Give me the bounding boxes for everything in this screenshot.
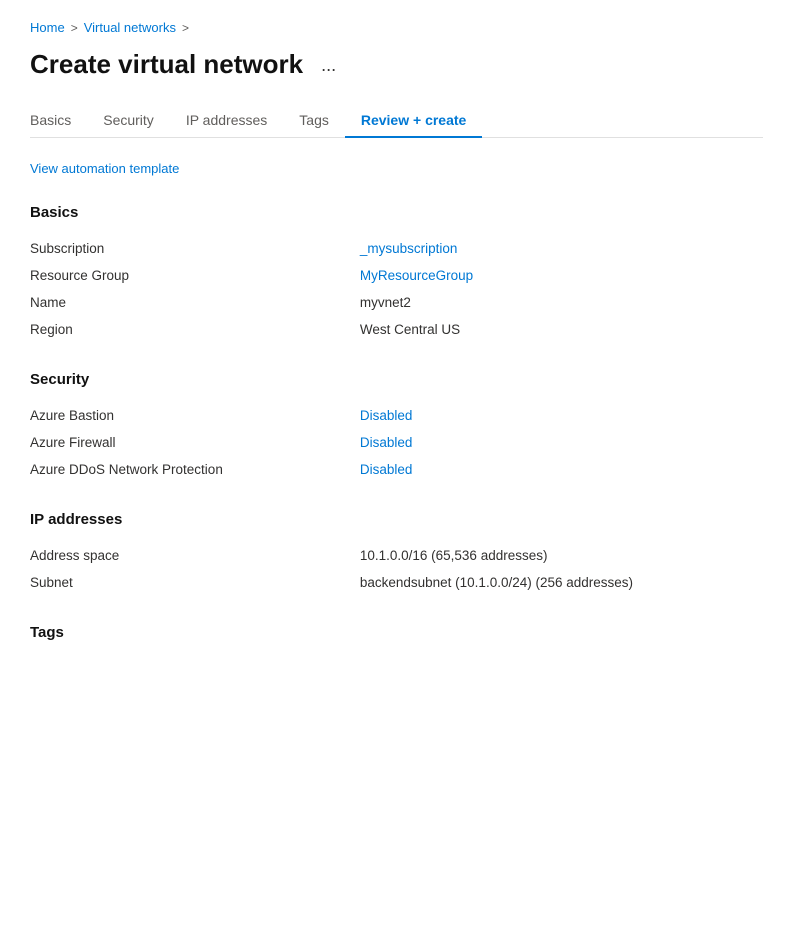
view-automation-template-link[interactable]: View automation template: [30, 161, 179, 176]
subnet-value: backendsubnet (10.1.0.0/24) (256 address…: [360, 569, 763, 596]
azure-ddos-label: Azure DDoS Network Protection: [30, 456, 360, 483]
table-row: Azure Bastion Disabled: [30, 402, 763, 429]
table-row: Name myvnet2: [30, 289, 763, 316]
ip-addresses-section: IP addresses Address space 10.1.0.0/16 (…: [30, 511, 763, 596]
breadcrumb-home[interactable]: Home: [30, 20, 65, 35]
address-space-value: 10.1.0.0/16 (65,536 addresses): [360, 542, 763, 569]
subscription-value: _mysubscription: [360, 235, 763, 262]
table-row: Address space 10.1.0.0/16 (65,536 addres…: [30, 542, 763, 569]
azure-firewall-value: Disabled: [360, 429, 763, 456]
table-row: Resource Group MyResourceGroup: [30, 262, 763, 289]
page-title: Create virtual network: [30, 49, 303, 80]
name-value: myvnet2: [360, 289, 763, 316]
tab-tags[interactable]: Tags: [283, 104, 345, 138]
ip-addresses-detail-table: Address space 10.1.0.0/16 (65,536 addres…: [30, 542, 763, 596]
security-section: Security Azure Bastion Disabled Azure Fi…: [30, 371, 763, 483]
ellipsis-button[interactable]: ...: [315, 54, 342, 76]
subscription-label: Subscription: [30, 235, 360, 262]
tab-review-create[interactable]: Review + create: [345, 104, 482, 138]
breadcrumb-sep1: >: [71, 21, 78, 35]
resource-group-label: Resource Group: [30, 262, 360, 289]
breadcrumb: Home > Virtual networks >: [30, 20, 763, 35]
tab-basics[interactable]: Basics: [30, 104, 87, 138]
security-detail-table: Azure Bastion Disabled Azure Firewall Di…: [30, 402, 763, 483]
tabs-nav: Basics Security IP addresses Tags Review…: [30, 104, 763, 138]
breadcrumb-virtual-networks[interactable]: Virtual networks: [84, 20, 176, 35]
address-space-label: Address space: [30, 542, 360, 569]
subnet-label: Subnet: [30, 569, 360, 596]
basics-section-title: Basics: [30, 204, 763, 221]
region-value: West Central US: [360, 316, 763, 343]
breadcrumb-sep2: >: [182, 21, 189, 35]
tab-ip-addresses[interactable]: IP addresses: [170, 104, 283, 138]
table-row: Subnet backendsubnet (10.1.0.0/24) (256 …: [30, 569, 763, 596]
table-row: Subscription _mysubscription: [30, 235, 763, 262]
basics-section: Basics Subscription _mysubscription Reso…: [30, 204, 763, 343]
tags-section-title: Tags: [30, 624, 763, 641]
name-label: Name: [30, 289, 360, 316]
azure-firewall-label: Azure Firewall: [30, 429, 360, 456]
azure-bastion-value: Disabled: [360, 402, 763, 429]
azure-bastion-label: Azure Bastion: [30, 402, 360, 429]
table-row: Region West Central US: [30, 316, 763, 343]
basics-detail-table: Subscription _mysubscription Resource Gr…: [30, 235, 763, 343]
resource-group-value: MyResourceGroup: [360, 262, 763, 289]
table-row: Azure DDoS Network Protection Disabled: [30, 456, 763, 483]
azure-ddos-value: Disabled: [360, 456, 763, 483]
ip-addresses-section-title: IP addresses: [30, 511, 763, 528]
page-title-row: Create virtual network ...: [30, 49, 763, 80]
table-row: Azure Firewall Disabled: [30, 429, 763, 456]
region-label: Region: [30, 316, 360, 343]
security-section-title: Security: [30, 371, 763, 388]
tab-security[interactable]: Security: [87, 104, 170, 138]
tags-section: Tags: [30, 624, 763, 641]
